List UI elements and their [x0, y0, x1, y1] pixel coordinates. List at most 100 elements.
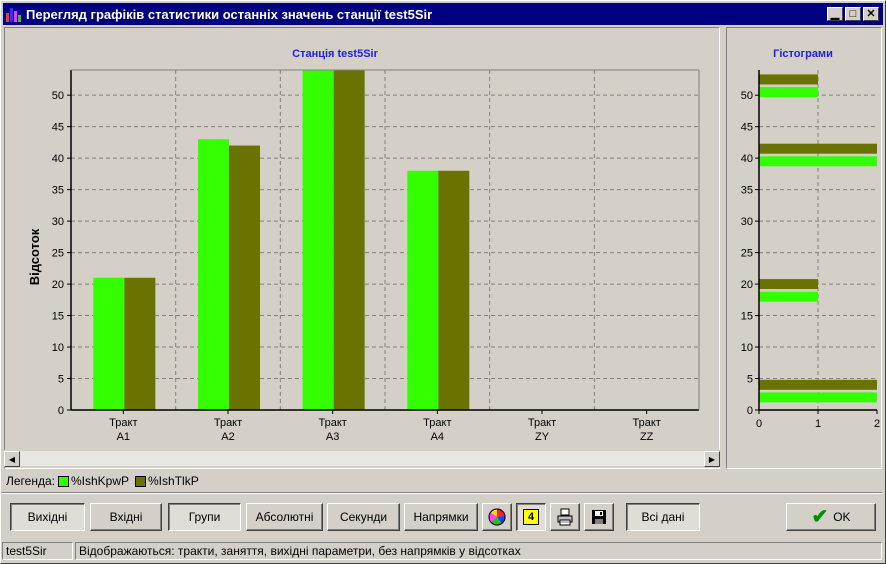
- y-tick-label: 20: [52, 279, 64, 291]
- histogram-axes: [755, 70, 878, 414]
- inputs-toggle[interactable]: Вхідні: [90, 503, 162, 531]
- y-tick-label: 30: [52, 216, 64, 228]
- hist-y-tick-label: 45: [741, 122, 753, 134]
- hist-bar-8: [759, 74, 818, 85]
- histogram-x-tick-labels: 0 1 2: [756, 418, 880, 430]
- ok-button[interactable]: ✔ OK: [786, 503, 876, 531]
- x-tick-label-line2: ZZ: [640, 431, 654, 443]
- hist-bar-5: [759, 156, 877, 167]
- minimize-icon: ▁: [830, 7, 840, 20]
- legend-item-label: %IshKpwP: [70, 474, 130, 488]
- histogram-title: Гістограми: [773, 48, 833, 60]
- hist-y-tick-label: 5: [747, 374, 753, 386]
- seconds-toggle[interactable]: Секунди: [327, 503, 400, 531]
- hist-bar-7: [759, 87, 818, 98]
- histogram-panel: Гістограми 0 5 10 15 20 25 30 35 40 45 50 0 1 2: [726, 27, 882, 469]
- hist-y-tick-label: 10: [741, 342, 753, 354]
- main-chart-panel: Станція test5Sir Відсоток 0 5 10 15 20 25 30 35…: [4, 27, 720, 469]
- y-tick-label: 10: [52, 342, 64, 354]
- outputs-label: Вихідні: [27, 510, 68, 524]
- hist-y-tick-label: 20: [741, 279, 753, 291]
- colors-button[interactable]: [482, 503, 512, 531]
- status-station: test5Sir: [2, 542, 73, 560]
- maximize-button[interactable]: □: [845, 7, 861, 21]
- x-tick-label-line2: A2: [221, 431, 234, 443]
- title-bar: Перегляд графіків статистики останніх зн…: [3, 3, 883, 25]
- hist-bar-6: [759, 143, 877, 154]
- y-tick-label: 0: [58, 405, 64, 417]
- x-tick-label-line2: A1: [117, 431, 130, 443]
- legend-label: Легенда:: [6, 474, 55, 488]
- horizontal-scrollbar[interactable]: ◀ ▶: [4, 450, 720, 467]
- x-tick-label-line1: Тракт: [633, 417, 661, 429]
- bar-ishkpwp-4: [407, 170, 439, 410]
- legend-swatch-ishkpwp: [57, 475, 69, 487]
- hist-y-tick-label: 35: [741, 185, 753, 197]
- legend-item-ishkpwp: %IshKpwP: [57, 474, 130, 488]
- status-message: Відображаються: тракти, заняття, вихідні…: [75, 542, 882, 560]
- x-tick-label-line2: ZY: [535, 431, 550, 443]
- y-tick-label: 25: [52, 248, 64, 260]
- hist-bar-4: [759, 279, 818, 290]
- x-tick-label-line1: Тракт: [214, 417, 242, 429]
- hist-y-tick-label: 30: [741, 216, 753, 228]
- seconds-label: Секунди: [339, 510, 388, 524]
- hist-y-tick-label: 40: [741, 153, 753, 165]
- x-tick-label-line2: A3: [326, 431, 339, 443]
- y-axis-label: Відсоток: [27, 228, 42, 285]
- print-button[interactable]: [550, 503, 580, 531]
- absolute-toggle[interactable]: Абсолютні: [246, 503, 323, 531]
- status-bar: test5Sir Відображаються: тракти, заняття…: [2, 542, 882, 560]
- inputs-label: Вхідні: [109, 510, 143, 524]
- x-tick-labels: Тракт A1 Тракт A2 Тракт A3 Тракт A4 Тракт ZY Тракт…: [109, 417, 661, 443]
- legend-item-label: %IshTlkP: [148, 474, 199, 488]
- scroll-left-icon: ◀: [8, 454, 16, 464]
- all-data-toggle[interactable]: Всі дані: [626, 503, 700, 531]
- hist-bar-3: [759, 291, 818, 302]
- directions-label: Напрямки: [413, 510, 469, 524]
- scroll-right-button[interactable]: ▶: [704, 451, 720, 467]
- hist-bar-2: [759, 379, 877, 390]
- hist-bar-1: [759, 392, 877, 403]
- y-tick-label: 40: [52, 153, 64, 165]
- printer-icon: [557, 508, 573, 526]
- x-tick-label-line1: Тракт: [423, 417, 451, 429]
- bar-ishtlkp-4: [438, 170, 470, 410]
- hist-x-tick-label: 1: [815, 418, 821, 430]
- bar-ishtlkp-1: [124, 277, 156, 410]
- hist-y-tick-label: 0: [747, 405, 753, 417]
- bar-ishkpwp-1: [93, 277, 125, 410]
- maximize-icon: □: [849, 7, 857, 20]
- close-button[interactable]: ✕: [863, 7, 879, 21]
- x-tick-label-line1: Тракт: [319, 417, 347, 429]
- checkmark-icon: ✔: [811, 506, 829, 528]
- close-icon: ✕: [866, 7, 876, 20]
- floppy-disk-icon: [592, 510, 606, 524]
- y-tick-label: 45: [52, 122, 64, 134]
- hist-y-tick-label: 15: [741, 311, 753, 323]
- all-data-label: Всі дані: [641, 510, 685, 524]
- x-tick-label-line1: Тракт: [109, 417, 137, 429]
- groups-toggle[interactable]: Групи: [168, 503, 241, 531]
- main-chart: Станція test5Sir Відсоток 0 5 10 15 20 25 30 35…: [27, 48, 700, 443]
- hist-x-tick-label: 0: [756, 418, 762, 430]
- y-tick-label: 15: [52, 311, 64, 323]
- hist-x-tick-label: 2: [874, 418, 880, 430]
- color-wheel-icon: [488, 508, 506, 526]
- count-badge-icon: 4: [523, 509, 539, 525]
- histogram-chart: Гістограми 0 5 10 15 20 25 30 35 40 45 50 0 1 2: [741, 48, 880, 430]
- groups-label: Групи: [188, 510, 221, 524]
- hist-y-tick-label: 25: [741, 248, 753, 260]
- y-tick-label: 5: [58, 374, 64, 386]
- directions-toggle[interactable]: Напрямки: [404, 503, 478, 531]
- bar-ishtlkp-2: [229, 145, 260, 411]
- minimize-button[interactable]: ▁: [827, 7, 843, 21]
- x-tick-label-line1: Тракт: [528, 417, 556, 429]
- scroll-right-icon: ▶: [708, 454, 716, 464]
- chart-gridlines: [71, 70, 699, 410]
- count-toggle-button[interactable]: 4: [516, 503, 546, 531]
- outputs-toggle[interactable]: Вихідні: [10, 503, 85, 531]
- save-button[interactable]: [584, 503, 614, 531]
- legend: Легенда: %IshKpwP %IshTlkP: [6, 474, 202, 488]
- scroll-left-button[interactable]: ◀: [4, 451, 20, 467]
